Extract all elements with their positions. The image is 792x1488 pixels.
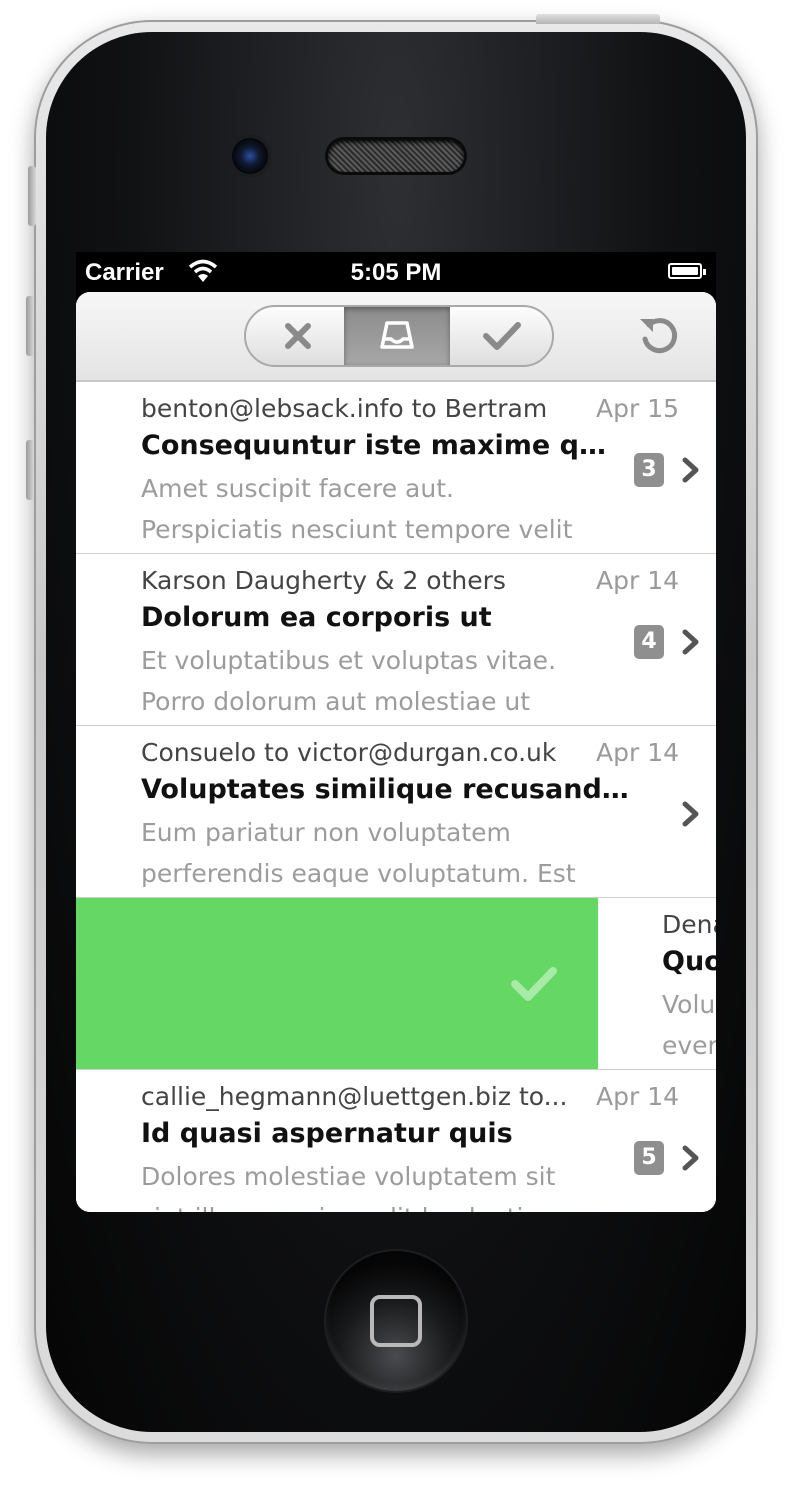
screen: Carrier 5:05 PM benton@lebsack.info to B… <box>76 252 716 1212</box>
thread-date: Apr 14 <box>596 1082 680 1111</box>
home-square-icon <box>370 1295 422 1347</box>
volume-up-button <box>26 296 34 356</box>
thread-subject: Id quasi aspernatur quis <box>141 1118 513 1149</box>
segment-archive[interactable] <box>450 307 552 365</box>
thread-preview: Dolores molestiae voluptatem sit sint il… <box>141 1162 564 1212</box>
thread-row-swiped[interactable]: Dena Quo Volu ever <box>76 898 716 1071</box>
thread-date: Apr 15 <box>596 394 680 423</box>
thread-participants: Karson Daugherty & 2 others <box>141 566 506 595</box>
message-count-badge: 4 <box>634 625 664 659</box>
thread-date: Apr 14 <box>596 566 680 595</box>
chevron-right-icon <box>682 1145 699 1171</box>
toolbar <box>76 292 716 382</box>
message-count-badge: 5 <box>634 1141 664 1175</box>
archive-swipe-action[interactable] <box>76 898 598 1069</box>
status-bar: Carrier 5:05 PM <box>76 252 716 292</box>
thread-preview: Eum pariatur non voluptatem perferendis … <box>141 818 576 888</box>
home-button[interactable] <box>326 1251 466 1391</box>
thread-row[interactable]: Consuelo to victor@durgan.co.uk Apr 14 V… <box>76 726 716 899</box>
message-count-badge: 3 <box>634 453 664 487</box>
thread-preview-line: ever <box>662 1031 716 1060</box>
thread-date: Apr 14 <box>596 738 680 767</box>
volume-down-button <box>26 440 34 500</box>
thread-preview: Amet suscipit facere aut. Perspiciatis n… <box>141 474 573 544</box>
chevron-right-icon <box>682 457 699 483</box>
battery-icon <box>668 263 706 279</box>
thread-participants: Consuelo to victor@durgan.co.uk <box>141 738 557 767</box>
thread-subject: Consequuntur iste maxime qui... <box>141 430 611 461</box>
thread-row[interactable]: benton@lebsack.info to Bertram Apr 15 Co… <box>76 382 716 555</box>
thread-participants: callie_hegmann@luettgen.biz to... <box>141 1082 568 1111</box>
checkmark-icon <box>483 322 521 350</box>
checkmark-icon <box>511 967 557 1001</box>
mute-switch <box>28 166 36 226</box>
thread-participants: benton@lebsack.info to Bertram <box>141 394 548 423</box>
thread-preview: Et voluptatibus et voluptas vitae. Porro… <box>141 646 557 716</box>
mail-app: benton@lebsack.info to Bertram Apr 15 Co… <box>76 292 716 1212</box>
status-time: 5:05 PM <box>350 259 442 286</box>
thread-preview: Volu ever <box>662 984 716 1066</box>
thread-participants: Dena <box>662 910 716 939</box>
thread-row[interactable]: Karson Daugherty & 2 others Apr 14 Dolor… <box>76 554 716 727</box>
chevron-right-icon <box>682 629 699 655</box>
segment-trash[interactable] <box>246 307 350 365</box>
sleep-button <box>536 14 660 24</box>
segment-inbox[interactable] <box>344 307 450 365</box>
thread-preview-line: Volu <box>662 990 716 1019</box>
thread-subject: Dolorum ea corporis ut <box>141 602 492 633</box>
swiped-thread-content: Dena Quo Volu ever <box>598 898 716 1069</box>
thread-subject: Quo <box>662 946 716 977</box>
earpiece-speaker <box>328 140 464 172</box>
front-camera <box>232 138 268 174</box>
refresh-button[interactable] <box>636 312 682 358</box>
mailbox-segmented-control <box>244 305 554 367</box>
inbox-tray-icon <box>380 321 414 349</box>
x-icon <box>285 323 311 349</box>
thread-subject: Voluptates similique recusandae... <box>141 774 641 805</box>
thread-row[interactable]: callie_hegmann@luettgen.biz to... Apr 14… <box>76 1070 716 1212</box>
chevron-right-icon <box>682 801 699 827</box>
refresh-icon <box>640 318 678 354</box>
